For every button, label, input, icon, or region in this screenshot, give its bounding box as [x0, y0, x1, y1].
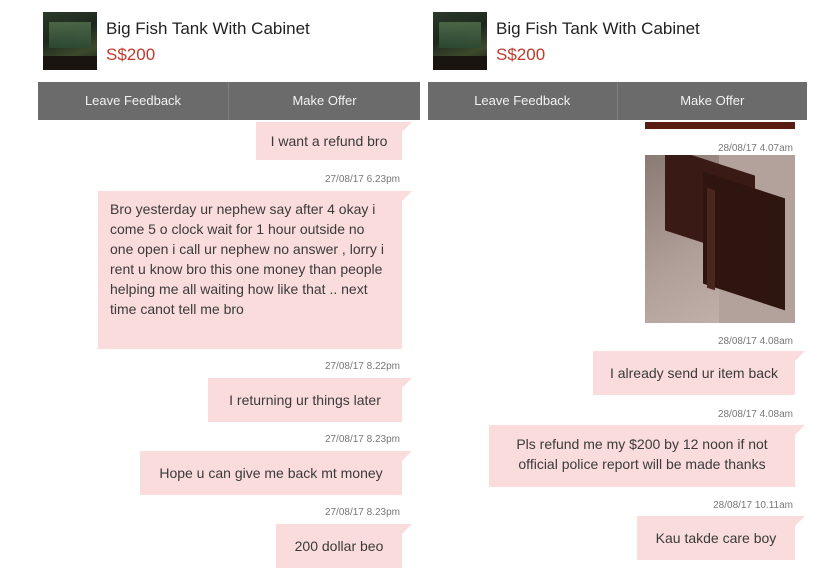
listing-header[interactable]: Big Fish Tank With Cabinet S$200	[428, 0, 807, 82]
action-bar: Leave Feedback Make Offer	[38, 82, 420, 120]
message-timestamp: 28/08/17 4.08am	[717, 336, 793, 347]
make-offer-button[interactable]: Make Offer	[618, 82, 808, 120]
photo-cabinet-edge	[707, 187, 715, 291]
leave-feedback-button[interactable]: Leave Feedback	[428, 82, 618, 120]
listing-thumbnail[interactable]	[43, 12, 97, 70]
chat-message: 200 dollar beo	[276, 524, 412, 568]
chat-message: I already send ur item back	[593, 351, 805, 395]
chat-photo[interactable]	[645, 155, 795, 323]
chat-panel-right: Big Fish Tank With Cabinet S$200 Leave F…	[428, 0, 807, 570]
listing-header[interactable]: Big Fish Tank With Cabinet S$200	[38, 0, 420, 82]
message-timestamp: 27/08/17 8.23pm	[324, 434, 400, 445]
message-timestamp: 28/08/17 4.08am	[717, 409, 793, 420]
listing-title: Big Fish Tank With Cabinet	[106, 19, 310, 38]
chat-message: I want a refund bro	[256, 122, 412, 160]
message-timestamp: 28/08/17 10.11am	[713, 500, 793, 511]
listing-thumbnail[interactable]	[433, 12, 487, 70]
make-offer-button[interactable]: Make Offer	[229, 82, 420, 120]
leave-feedback-button[interactable]: Leave Feedback	[38, 82, 229, 120]
chat-message: Bro yesterday ur nephew say after 4 okay…	[98, 191, 412, 349]
chat-message: Hope u can give me back mt money	[140, 451, 412, 495]
message-timestamp: 28/08/17 4.07am	[717, 143, 793, 154]
message-timestamp: 27/08/17 8.23pm	[324, 507, 400, 518]
message-timestamp: 27/08/17 8.22pm	[324, 361, 400, 372]
chat-photo-partial[interactable]	[645, 122, 795, 129]
listing-title: Big Fish Tank With Cabinet	[496, 19, 700, 38]
chat-message: Pls refund me my $200 by 12 noon if not …	[489, 425, 805, 487]
message-timestamp: 27/08/17 6.23pm	[324, 174, 400, 185]
listing-price: S$200	[496, 45, 546, 64]
chat-message: I returning ur things later	[208, 378, 412, 422]
chat-message: Kau takde care boy	[637, 516, 805, 560]
action-bar: Leave Feedback Make Offer	[428, 82, 807, 120]
listing-price: S$200	[106, 45, 156, 64]
chat-panel-left: Big Fish Tank With Cabinet S$200 Leave F…	[38, 0, 420, 570]
